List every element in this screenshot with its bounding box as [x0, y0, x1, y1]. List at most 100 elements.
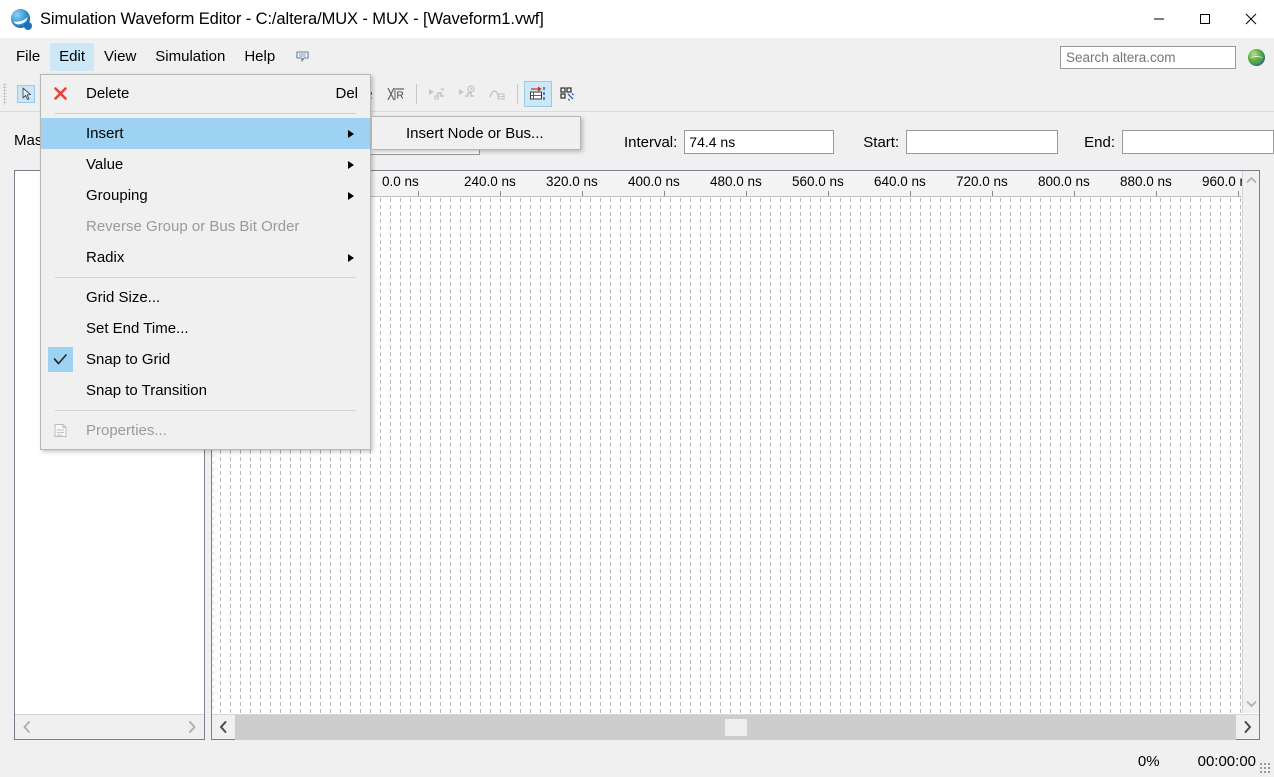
- menu-item-grouping[interactable]: Grouping: [41, 180, 370, 211]
- ruler-tick-label: 400.0 ns: [628, 174, 680, 189]
- start-label: Start:: [863, 134, 899, 151]
- maximize-button[interactable]: [1182, 0, 1228, 38]
- menu-item-snap-to-transition-label: Snap to Transition: [86, 382, 207, 399]
- properties-page-icon: [41, 415, 79, 446]
- ruler-tick-label: 560.0 ns: [792, 174, 844, 189]
- toolbar-separator-1: [416, 84, 417, 104]
- menu-view[interactable]: View: [95, 43, 145, 71]
- hscroll-left-icon[interactable]: [212, 715, 235, 740]
- close-button[interactable]: [1228, 0, 1274, 38]
- ruler-tick-label: 960.0 ns: [1202, 174, 1242, 189]
- window-resize-grip[interactable]: [1259, 762, 1271, 774]
- minimize-button[interactable]: [1136, 0, 1182, 38]
- menu-item-snap-to-grid-label: Snap to Grid: [86, 351, 170, 368]
- scroll-left-icon[interactable]: [15, 720, 39, 734]
- ruler-tick-mark: [1156, 191, 1157, 196]
- menu-item-set-end-time[interactable]: Set End Time...: [41, 313, 370, 344]
- ruler-tick-mark: [582, 191, 583, 196]
- run-timing-simulation-button[interactable]: [453, 81, 481, 107]
- menu-separator-1: [55, 113, 356, 114]
- submenu-item-insert-node-or-bus[interactable]: Insert Node or Bus...: [372, 120, 580, 146]
- window-controls: [1136, 0, 1274, 38]
- run-functional-simulation-button[interactable]: [423, 81, 451, 107]
- ruler-tick-label: 480.0 ns: [710, 174, 762, 189]
- menu-item-snap-to-grid[interactable]: Snap to Grid: [41, 344, 370, 375]
- ruler-tick-mark: [418, 191, 419, 196]
- menu-bar: File Edit View Simulation Help: [0, 38, 1274, 76]
- interval-input[interactable]: [684, 130, 834, 154]
- hscroll-thumb[interactable]: [725, 719, 747, 736]
- menu-item-grouping-label: Grouping: [86, 187, 148, 204]
- hscroll-track[interactable]: [235, 715, 1236, 740]
- simulation-waveform-editor-window: Simulation Waveform Editor - C:/altera/M…: [0, 0, 1274, 777]
- menu-help[interactable]: Help: [235, 43, 284, 71]
- menu-item-value[interactable]: Value: [41, 149, 370, 180]
- red-x-delete-icon: [41, 78, 79, 109]
- window-title: Simulation Waveform Editor - C:/altera/M…: [40, 10, 544, 29]
- value-random-button[interactable]: R: [382, 81, 410, 107]
- ruler-tick-mark: [828, 191, 829, 196]
- ruler-tick-label: 880.0 ns: [1120, 174, 1172, 189]
- menu-item-properties-label: Properties...: [86, 422, 167, 439]
- menu-item-snap-to-transition[interactable]: Snap to Transition: [41, 375, 370, 406]
- altera-globe-icon: [10, 8, 32, 30]
- waveform-vscrollbar[interactable]: [1242, 171, 1259, 713]
- menu-item-value-label: Value: [86, 156, 123, 173]
- menu-item-delete-accel: Del: [335, 85, 358, 102]
- ruler-tick-label: 0.0 ns: [382, 174, 419, 189]
- waveform-hscrollbar[interactable]: [212, 714, 1259, 739]
- scroll-right-icon[interactable]: [180, 720, 204, 734]
- start-input[interactable]: [906, 130, 1058, 154]
- ruler-tick-mark: [1074, 191, 1075, 196]
- menu-item-insert-label: Insert: [86, 125, 124, 142]
- ruler-tick-label: 640.0 ns: [874, 174, 926, 189]
- node-name-panel-hscrollbar[interactable]: [15, 714, 204, 739]
- menu-item-grid-size-label: Grid Size...: [86, 289, 160, 306]
- edit-dropdown-menu: Delete Del Insert Value Grouping Reverse…: [40, 74, 371, 450]
- message-flag-icon[interactable]: [293, 47, 313, 67]
- ruler-tick-mark: [992, 191, 993, 196]
- menu-item-grid-size[interactable]: Grid Size...: [41, 282, 370, 313]
- menu-simulation[interactable]: Simulation: [146, 43, 234, 71]
- submenu-arrow-icon: [348, 254, 354, 262]
- insert-node-or-bus-button[interactable]: [524, 81, 552, 107]
- elapsed-time: 00:00:00: [1198, 753, 1256, 770]
- menu-file[interactable]: File: [7, 43, 49, 71]
- ruler-tick-label: 720.0 ns: [956, 174, 1008, 189]
- submenu-arrow-icon: [348, 161, 354, 169]
- insert-submenu: Insert Node or Bus...: [371, 116, 581, 150]
- web-globe-icon[interactable]: [1248, 49, 1265, 66]
- ruler-tick-mark: [746, 191, 747, 196]
- menu-separator-3: [55, 410, 356, 411]
- menu-item-delete[interactable]: Delete Del: [41, 78, 370, 109]
- ruler-tick-mark: [1238, 191, 1239, 196]
- status-bar: 0% 00:00:00: [0, 745, 1274, 777]
- search-input[interactable]: [1060, 46, 1236, 69]
- menu-item-reverse-group-or-bus-bit-order: Reverse Group or Bus Bit Order: [41, 211, 370, 242]
- progress-percent: 0%: [1138, 753, 1160, 770]
- end-input[interactable]: [1122, 130, 1274, 154]
- ruler-tick-mark: [910, 191, 911, 196]
- scroll-down-icon[interactable]: [1243, 695, 1260, 713]
- generate-netlist-button[interactable]: [483, 81, 511, 107]
- node-finder-button[interactable]: [554, 81, 582, 107]
- selection-tool-button[interactable]: [12, 81, 40, 107]
- interval-label: Interval:: [624, 134, 677, 151]
- menu-edit[interactable]: Edit: [50, 43, 94, 71]
- menu-item-properties: Properties...: [41, 415, 370, 446]
- menu-separator-2: [55, 277, 356, 278]
- menu-item-delete-label: Delete: [86, 85, 129, 102]
- scroll-up-icon[interactable]: [1243, 171, 1260, 189]
- toolbar-separator-2: [517, 84, 518, 104]
- ruler-tick-mark: [664, 191, 665, 196]
- menu-item-radix[interactable]: Radix: [41, 242, 370, 273]
- toolbar-grip[interactable]: [3, 83, 7, 105]
- ruler-tick-mark: [500, 191, 501, 196]
- submenu-arrow-icon: [348, 192, 354, 200]
- menu-item-set-end-time-label: Set End Time...: [86, 320, 189, 337]
- ruler-tick-label: 240.0 ns: [464, 174, 516, 189]
- menu-item-radix-label: Radix: [86, 249, 124, 266]
- hscroll-right-icon[interactable]: [1236, 715, 1259, 740]
- svg-text:R: R: [397, 90, 404, 101]
- menu-item-insert[interactable]: Insert: [41, 118, 370, 149]
